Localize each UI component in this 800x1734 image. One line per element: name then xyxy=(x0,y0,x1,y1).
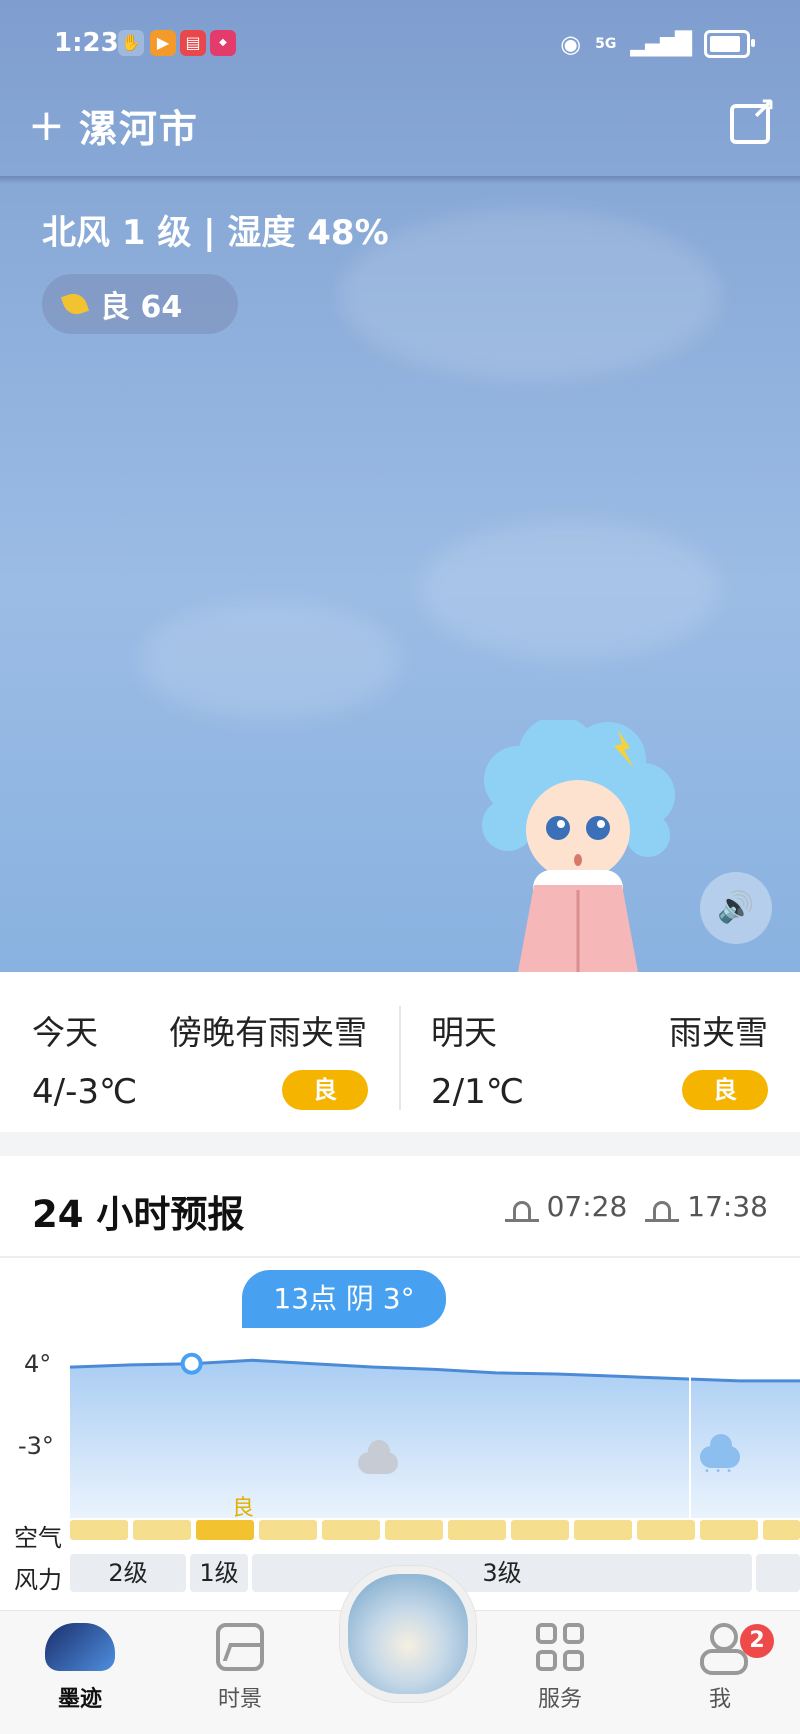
wind-cell: 1级 xyxy=(190,1554,248,1592)
air-quality-cell xyxy=(700,1520,758,1540)
shop-app-icon: ◆ xyxy=(210,30,236,56)
header-divider xyxy=(0,176,800,184)
weather-character[interactable] xyxy=(478,720,678,972)
status-bar: 1:23 ✋ ▶ ▤ ◆ ◉ 5G ▂▄▆█ xyxy=(0,0,800,90)
book-app-icon: ▤ xyxy=(180,30,206,56)
signal-label: 5G xyxy=(595,36,617,52)
play-app-icon: ▶ xyxy=(150,30,176,56)
air-quality-cell xyxy=(448,1520,506,1540)
y-low-label: -3° xyxy=(18,1432,54,1460)
selected-point[interactable] xyxy=(180,1352,203,1375)
center-globe-button[interactable] xyxy=(340,1566,476,1702)
wind-row-label: 风力 xyxy=(14,1566,62,1594)
nav-label: 时景 xyxy=(217,1687,262,1712)
battery-icon xyxy=(704,30,755,58)
share-icon[interactable] xyxy=(730,92,776,144)
tomorrow-label: 明天 xyxy=(431,1013,497,1052)
mojing-logo-icon xyxy=(45,1623,115,1671)
grid-icon xyxy=(536,1623,584,1671)
today-column[interactable]: 今天 傍晚有雨夹雪 4/-3℃ 良 xyxy=(0,972,399,1132)
air-quality-cell xyxy=(385,1520,443,1540)
nav-label: 墨迹 xyxy=(57,1687,102,1712)
today-label: 今天 xyxy=(32,1013,98,1052)
profile-icon xyxy=(696,1623,748,1675)
tomorrow-temp: 2/1℃ xyxy=(431,1072,524,1112)
today-condition: 傍晚有雨夹雪 xyxy=(169,1013,367,1052)
air-row-label: 空气 xyxy=(14,1524,62,1552)
aqi-label: 良 64 xyxy=(100,290,183,325)
eye-icon: ◉ xyxy=(560,30,582,58)
temperature-chart[interactable] xyxy=(0,1156,800,1616)
air-quality-cell xyxy=(322,1520,380,1540)
aqi-pill[interactable]: 良 64 xyxy=(42,274,238,334)
air-quality-cell xyxy=(259,1520,317,1540)
wind-cell xyxy=(756,1554,800,1592)
daily-summary: 今天 傍晚有雨夹雪 4/-3℃ 良 明天 雨夹雪 2/1℃ 良 xyxy=(0,972,800,1132)
nav-label: 服务 xyxy=(537,1687,582,1712)
cloudy-icon xyxy=(358,1440,398,1474)
cloud-decoration xyxy=(140,600,400,720)
today-aqi-badge: 良 xyxy=(282,1070,368,1110)
photo-icon xyxy=(216,1623,264,1671)
city-row[interactable]: + 漯河市 xyxy=(28,98,199,153)
tomorrow-condition: 雨夹雪 xyxy=(669,1013,768,1052)
air-quality-cell xyxy=(511,1520,569,1540)
nav-scenes[interactable]: 时景 xyxy=(180,1623,300,1713)
air-quality-cell xyxy=(763,1520,800,1540)
notification-badge: 2 xyxy=(740,1624,774,1658)
city-name[interactable]: 漯河市 xyxy=(79,98,199,153)
nav-label: 我 xyxy=(708,1687,731,1712)
air-quality-cell xyxy=(196,1520,254,1540)
signal-bars-icon: ▂▄▆█ xyxy=(630,31,692,57)
nav-mojing[interactable]: 墨迹 xyxy=(20,1623,140,1713)
add-city-icon[interactable]: + xyxy=(28,103,65,148)
air-quality-cell xyxy=(574,1520,632,1540)
cloud-decoration xyxy=(420,520,720,660)
today-temp: 4/-3℃ xyxy=(32,1072,138,1112)
air-selected-label: 良 xyxy=(232,1496,255,1521)
tomorrow-column[interactable]: 明天 雨夹雪 2/1℃ 良 xyxy=(401,972,800,1132)
wind-cell: 2级 xyxy=(70,1554,186,1592)
wind-humidity: 北风 1 级 | 湿度 48% xyxy=(42,213,389,253)
hand-icon: ✋ xyxy=(118,30,144,56)
cloud-decoration xyxy=(340,210,720,380)
y-high-label: 4° xyxy=(24,1350,52,1378)
selected-hour-tooltip: 13点 阴 3° xyxy=(242,1270,446,1328)
wind-cell: 3级 xyxy=(252,1554,752,1592)
hourly-forecast: 24 小时预报 07:28 17:38 13点 阴 3° 4° -3° 良 空气… xyxy=(0,1156,800,1616)
status-right: ◉ 5G ▂▄▆█ xyxy=(560,30,755,58)
weather-hero: 1:23 ✋ ▶ ▤ ◆ ◉ 5G ▂▄▆█ + 漯河市 北风 1 级 | 湿度… xyxy=(0,0,800,972)
air-quality-cell xyxy=(637,1520,695,1540)
air-quality-cell xyxy=(70,1520,128,1540)
air-quality-cell xyxy=(133,1520,191,1540)
speaker-icon[interactable]: 🔊 xyxy=(700,872,772,944)
status-time: 1:23 xyxy=(54,28,119,58)
tomorrow-aqi-badge: 良 xyxy=(682,1070,768,1110)
leaf-icon xyxy=(60,289,90,319)
nav-services[interactable]: 服务 xyxy=(500,1623,620,1713)
sleet-icon xyxy=(700,1434,740,1477)
